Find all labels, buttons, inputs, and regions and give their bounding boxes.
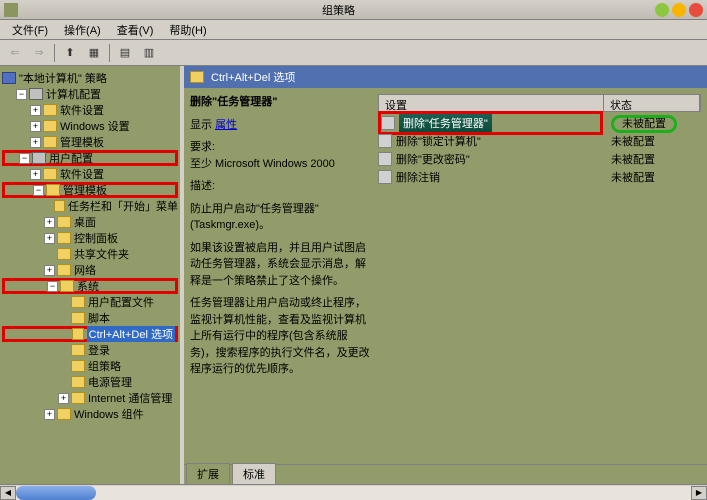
policy-name: 删除"任务管理器" xyxy=(399,114,492,132)
scroll-track[interactable] xyxy=(16,486,691,500)
content-panel: Ctrl+Alt+Del 选项 删除"任务管理器" 显示 属性 要求: 至少 M… xyxy=(184,66,707,484)
tree-ctrl-alt-del[interactable]: Ctrl+Alt+Del 选项 xyxy=(2,326,178,342)
window-title: 组策略 xyxy=(22,2,655,18)
properties-link[interactable]: 属性 xyxy=(215,119,237,131)
tree-win-settings-1[interactable]: +Windows 设置 xyxy=(2,118,178,134)
col-setting[interactable]: 设置 xyxy=(379,95,604,111)
content-header-title: Ctrl+Alt+Del 选项 xyxy=(211,69,295,85)
desc-line3: 任务管理器让用户启动或终止程序，监视计算机性能，查看及监视计算机上所有运行中的程… xyxy=(190,295,370,378)
req-text: 至少 Microsoft Windows 2000 xyxy=(190,156,370,173)
folder-icon xyxy=(190,71,204,83)
app-icon xyxy=(4,3,18,17)
policy-name: 删除"更改密码" xyxy=(396,151,470,167)
desc-line1: 防止用户启动"任务管理器"(Taskmgr.exe)。 xyxy=(190,201,370,234)
tree-panel: "本地计算机" 策略 −计算机配置 +软件设置 +Windows 设置 +管理模… xyxy=(0,66,180,484)
tree-admin-templates-1[interactable]: +管理模板 xyxy=(2,134,178,150)
tree-network[interactable]: +网络 xyxy=(2,262,178,278)
up-button[interactable]: ⬆ xyxy=(59,42,81,64)
forward-button[interactable]: ⇒ xyxy=(28,42,50,64)
tree-desktop[interactable]: +桌面 xyxy=(2,214,178,230)
tree-scripts[interactable]: 脚本 xyxy=(2,310,178,326)
policy-icon xyxy=(378,170,392,184)
tree-control-panel[interactable]: +控制面板 xyxy=(2,230,178,246)
desc-line2: 如果该设置被启用，并且用户试图启动任务管理器，系统会显示消息，解释是一个策略禁止… xyxy=(190,240,370,290)
selected-policy-title: 删除"任务管理器" xyxy=(190,94,370,111)
list-header: 设置 状态 xyxy=(378,94,701,112)
scroll-thumb[interactable] xyxy=(16,486,96,500)
horizontal-scrollbar[interactable]: ◀ ▶ xyxy=(0,484,707,500)
policy-state: 未被配置 xyxy=(603,169,655,185)
tree-system[interactable]: −系统 xyxy=(2,278,178,294)
col-state[interactable]: 状态 xyxy=(604,95,700,111)
menubar: 文件(F) 操作(A) 查看(V) 帮助(H) xyxy=(0,20,707,40)
policy-state: 未被配置 xyxy=(611,115,677,133)
tree-sw-settings-1[interactable]: +软件设置 xyxy=(2,102,178,118)
policy-state: 未被配置 xyxy=(603,151,655,167)
menu-action[interactable]: 操作(A) xyxy=(56,20,109,40)
properties-button[interactable]: ▤ xyxy=(114,42,136,64)
tree-sw-settings-2[interactable]: +软件设置 xyxy=(2,166,178,182)
policy-state: 未被配置 xyxy=(603,133,655,149)
maximize-button[interactable] xyxy=(672,3,686,17)
description-panel: 删除"任务管理器" 显示 属性 要求: 至少 Microsoft Windows… xyxy=(190,94,370,458)
menu-help[interactable]: 帮助(H) xyxy=(161,20,214,40)
tree-root[interactable]: "本地计算机" 策略 xyxy=(2,70,178,86)
titlebar: 组策略 xyxy=(0,0,707,20)
tree-admin-templates-2[interactable]: −管理模板 xyxy=(2,182,178,198)
policy-icon xyxy=(378,134,392,148)
tree-computer-config[interactable]: −计算机配置 xyxy=(2,86,178,102)
tree-shared-folders[interactable]: 共享文件夹 xyxy=(2,246,178,262)
scroll-right-button[interactable]: ▶ xyxy=(691,486,707,500)
content-header: Ctrl+Alt+Del 选项 xyxy=(184,66,707,88)
tree-user-profile[interactable]: 用户配置文件 xyxy=(2,294,178,310)
minimize-button[interactable] xyxy=(655,3,669,17)
tab-bar: 扩展 标准 xyxy=(184,464,707,484)
tree-taskbar[interactable]: 任务栏和「开始」菜单 xyxy=(2,198,178,214)
tree-group-policy[interactable]: 组策略 xyxy=(2,358,178,374)
toolbar: ⇐ ⇒ ⬆ ▦ ▤ ▥ xyxy=(0,40,707,66)
list-row[interactable]: 删除注销 未被配置 xyxy=(378,168,701,186)
policy-name: 删除注销 xyxy=(396,169,440,185)
policy-icon xyxy=(381,116,395,130)
tree-windows-comp[interactable]: +Windows 组件 xyxy=(2,406,178,422)
menu-view[interactable]: 查看(V) xyxy=(109,20,162,40)
req-label: 要求: xyxy=(190,139,370,156)
menu-file[interactable]: 文件(F) xyxy=(4,20,56,40)
tab-extended[interactable]: 扩展 xyxy=(186,463,230,484)
desc-label: 描述: xyxy=(190,178,370,195)
scroll-left-button[interactable]: ◀ xyxy=(0,486,16,500)
policy-icon xyxy=(378,152,392,166)
list-row[interactable]: 删除"任务管理器" 未被配置 xyxy=(378,114,701,132)
tree-power-mgmt[interactable]: 电源管理 xyxy=(2,374,178,390)
list-row[interactable]: 删除"更改密码" 未被配置 xyxy=(378,150,701,168)
policy-list: 设置 状态 删除"任务管理器" 未被配置 删除"锁定计算机" 未被配置 xyxy=(378,94,701,458)
export-button[interactable]: ▥ xyxy=(138,42,160,64)
tree-logon[interactable]: 登录 xyxy=(2,342,178,358)
show-tree-button[interactable]: ▦ xyxy=(83,42,105,64)
tree-internet-mgmt[interactable]: +Internet 通信管理 xyxy=(2,390,178,406)
back-button[interactable]: ⇐ xyxy=(4,42,26,64)
tree-user-config[interactable]: −用户配置 xyxy=(2,150,178,166)
list-row[interactable]: 删除"锁定计算机" 未被配置 xyxy=(378,132,701,150)
close-button[interactable] xyxy=(689,3,703,17)
policy-name: 删除"锁定计算机" xyxy=(396,133,481,149)
tab-standard[interactable]: 标准 xyxy=(232,463,276,484)
